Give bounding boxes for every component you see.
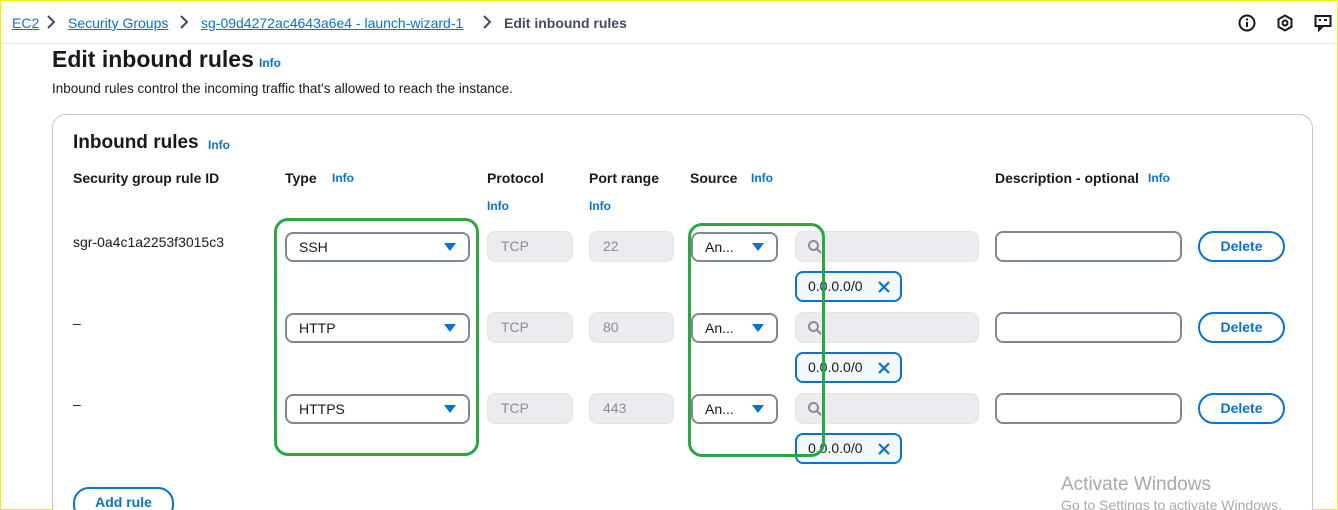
panel-title-info-link[interactable]: Info bbox=[208, 138, 230, 152]
page-title-info-link[interactable]: Info bbox=[259, 56, 281, 70]
port-range-field: 443 bbox=[589, 393, 674, 424]
delete-button[interactable]: Delete bbox=[1198, 393, 1285, 424]
caret-down-icon bbox=[444, 324, 456, 332]
search-icon bbox=[808, 402, 822, 416]
description-input[interactable] bbox=[995, 231, 1182, 262]
breadcrumb-security-groups[interactable]: Security Groups bbox=[68, 15, 168, 31]
source-select[interactable]: An... bbox=[691, 313, 778, 343]
rule-id: sgr-0a4c1a2253f3015c3 bbox=[73, 234, 225, 250]
protocol-field: TCP bbox=[487, 231, 573, 262]
caret-down-icon bbox=[444, 405, 456, 413]
chevron-right-icon bbox=[179, 14, 189, 30]
column-header-rule-id: Security group rule ID bbox=[73, 170, 220, 186]
caret-down-icon bbox=[752, 243, 764, 251]
cidr-search-input[interactable] bbox=[795, 231, 979, 262]
cidr-token-label: 0.0.0.0/0 bbox=[808, 278, 863, 294]
rule-id: – bbox=[73, 315, 81, 331]
breadcrumb-current: Edit inbound rules bbox=[504, 15, 627, 31]
source-select[interactable]: An... bbox=[691, 394, 778, 424]
hexagon-settings-icon[interactable] bbox=[1275, 13, 1295, 33]
type-select[interactable]: HTTPS bbox=[285, 394, 470, 424]
delete-button[interactable]: Delete bbox=[1198, 312, 1285, 343]
protocol-field: TCP bbox=[487, 312, 573, 343]
source-select-value: An... bbox=[705, 239, 734, 255]
cidr-token: 0.0.0.0/0 bbox=[795, 352, 902, 383]
source-info-link[interactable]: Info bbox=[751, 171, 773, 185]
caret-down-icon bbox=[752, 405, 764, 413]
panel-title: Inbound rules bbox=[73, 132, 199, 153]
page-title: Edit inbound rules bbox=[52, 46, 254, 72]
caret-down-icon bbox=[444, 243, 456, 251]
close-icon[interactable] bbox=[877, 280, 891, 294]
close-icon[interactable] bbox=[877, 442, 891, 456]
column-header-type: Type bbox=[285, 170, 317, 186]
add-rule-button[interactable]: Add rule bbox=[73, 487, 174, 510]
delete-button[interactable]: Delete bbox=[1198, 231, 1285, 262]
chevron-right-icon bbox=[482, 14, 492, 30]
info-circle-icon[interactable] bbox=[1237, 13, 1257, 33]
caret-down-icon bbox=[752, 324, 764, 332]
cidr-token-label: 0.0.0.0/0 bbox=[808, 440, 863, 456]
description-input[interactable] bbox=[995, 393, 1182, 424]
rule-id: – bbox=[73, 396, 81, 412]
cidr-search-input[interactable] bbox=[795, 393, 979, 424]
column-header-port-range: Port range bbox=[589, 170, 660, 186]
column-header-protocol: Protocol bbox=[487, 170, 544, 186]
port-range-field: 22 bbox=[589, 231, 674, 262]
top-bar: EC2 Security Groups sg-09d4272ac4643a6e4… bbox=[1, 1, 1337, 44]
cidr-token: 0.0.0.0/0 bbox=[795, 433, 902, 464]
column-header-source: Source bbox=[690, 170, 738, 186]
page-description: Inbound rules control the incoming traff… bbox=[52, 81, 513, 96]
protocol-info-link[interactable]: Info bbox=[487, 199, 509, 213]
type-select[interactable]: HTTP bbox=[285, 313, 470, 343]
source-select-value: An... bbox=[705, 320, 734, 336]
port-range-field: 80 bbox=[589, 312, 674, 343]
search-icon bbox=[808, 240, 822, 254]
column-header-description: Description - optional bbox=[995, 170, 1139, 186]
description-input[interactable] bbox=[995, 312, 1182, 343]
chevron-right-icon bbox=[46, 14, 56, 30]
search-icon bbox=[808, 321, 822, 335]
type-info-link[interactable]: Info bbox=[332, 171, 354, 185]
activate-windows-subtext: Go to Settings to activate Windows. bbox=[1061, 497, 1282, 510]
cidr-token: 0.0.0.0/0 bbox=[795, 271, 902, 302]
type-select-value: HTTP bbox=[299, 320, 336, 336]
activate-windows-watermark: Activate Windows bbox=[1061, 474, 1211, 495]
breadcrumb-security-group[interactable]: sg-09d4272ac4643a6e4 - launch-wizard-1 bbox=[201, 15, 463, 31]
close-icon[interactable] bbox=[877, 361, 891, 375]
port-range-info-link[interactable]: Info bbox=[589, 199, 611, 213]
cidr-search-input[interactable] bbox=[795, 312, 979, 343]
cidr-token-label: 0.0.0.0/0 bbox=[808, 359, 863, 375]
source-select-value: An... bbox=[705, 401, 734, 417]
protocol-field: TCP bbox=[487, 393, 573, 424]
type-select-value: HTTPS bbox=[299, 401, 345, 417]
breadcrumb-ec2[interactable]: EC2 bbox=[12, 15, 39, 31]
type-select[interactable]: SSH bbox=[285, 232, 470, 262]
description-info-link[interactable]: Info bbox=[1148, 171, 1170, 185]
source-select[interactable]: An... bbox=[691, 232, 778, 262]
feedback-icon[interactable] bbox=[1313, 13, 1333, 33]
type-select-value: SSH bbox=[299, 239, 328, 255]
